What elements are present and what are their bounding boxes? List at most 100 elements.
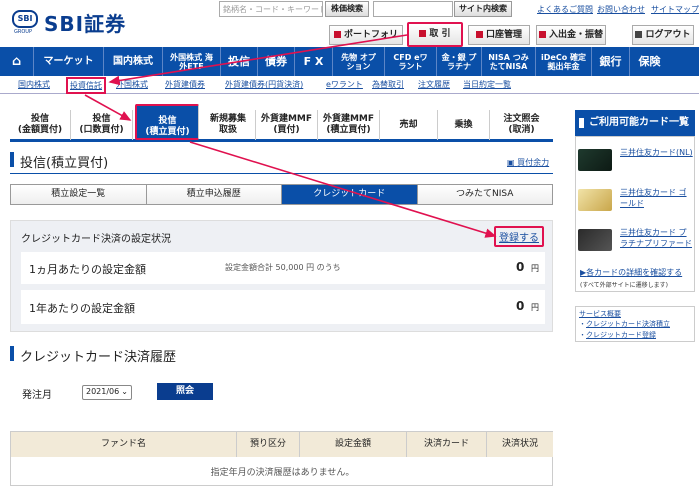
subnav-today-executions[interactable]: 当日約定一覧 [463, 79, 511, 90]
tab-tsumitate-nisa[interactable]: つみたてNISA [417, 185, 552, 204]
empty-message: 指定年月の決済履歴はありません。 [210, 468, 355, 478]
tab-fund-accumulation[interactable]: 投信 (積立買付) [135, 104, 199, 140]
tab-sell[interactable]: 売却 [380, 110, 438, 140]
sub-tabs: 積立設定一覧 積立申込履歴 クレジットカード つみたてNISA [10, 184, 553, 205]
subnav-domestic-stock[interactable]: 国内株式 [18, 79, 50, 90]
monthly-note: 設定金額合計 50,000 円 のうち [225, 263, 341, 272]
tab-mmf-accumulation[interactable]: 外貨建MMF (積立買付) [318, 110, 380, 140]
faq-link[interactable]: よくあるご質問 [537, 4, 593, 15]
card-nl-image[interactable] [578, 149, 612, 171]
trade-icon [419, 30, 427, 37]
subnav-order-history[interactable]: 注文履歴 [418, 79, 450, 90]
logo[interactable]: SBI証券 [44, 8, 126, 37]
tab-accumulation-list[interactable]: 積立設定一覧 [11, 185, 147, 204]
logo-sub: GROUP [14, 29, 32, 35]
subnav-foreign-stock[interactable]: 外国株式 [116, 79, 148, 90]
tab-application-history[interactable]: 積立申込履歴 [146, 185, 282, 204]
monthly-label: 1ヵ月あたりの設定金額 [29, 263, 146, 276]
subnav-foreign-bond-yen[interactable]: 外貨建債券(円貨決済) [225, 79, 303, 90]
col-amount: 設定金額 [300, 432, 407, 457]
nav-fx[interactable]: F X [295, 47, 333, 76]
tab-fund-units[interactable]: 投信 (口数買付) [71, 110, 133, 140]
nav-bond[interactable]: 債券 [258, 47, 295, 76]
divider [10, 173, 553, 174]
yearly-unit: 円 [531, 303, 539, 312]
nav-foreign-stock[interactable]: 外国株式 海外ETF [163, 47, 221, 76]
logout-button[interactable]: ログアウト [632, 25, 694, 45]
card-list: 三井住友カード(NL) 三井住友カード ゴールド 三井住友カード プラチナプリフ… [575, 136, 695, 292]
buying-power-link[interactable]: ▣ 買付余力 [507, 157, 549, 168]
sitemap-link[interactable]: サイトマップ [651, 4, 699, 15]
card-detail-link[interactable]: ▶各カードの詳細を確認する [580, 267, 682, 278]
history-bar [10, 346, 14, 361]
site-search-button[interactable]: サイト内検索 [454, 1, 512, 17]
nav-cfd[interactable]: CFD eワラント [385, 47, 437, 76]
main-nav: ⌂ マーケット 国内株式 外国株式 海外ETF 投信 債券 F X 先物 オプシ… [0, 47, 699, 76]
contact-link[interactable]: お問い合わせ [597, 4, 645, 15]
yearly-label: 1年あたりの設定金額 [29, 302, 135, 315]
nav-gold[interactable]: 金・銀 プラチナ [437, 47, 482, 76]
yearly-row: 1年あたりの設定金額 0 円 [21, 290, 545, 324]
monthly-unit: 円 [531, 264, 539, 273]
logout-label: ログアウト [645, 30, 691, 40]
query-button[interactable]: 照会 [157, 383, 213, 400]
service-link-1[interactable]: ・クレジットカード決済積立 [579, 319, 670, 329]
logout-icon [635, 31, 643, 38]
page-title: 投信(積立買付) [20, 156, 109, 171]
site-search-input[interactable] [373, 1, 453, 17]
service-box: サービス概要 ・クレジットカード決済積立 ・クレジットカード登録 [575, 306, 695, 342]
yearly-value: 0 [516, 299, 525, 313]
service-overview-link[interactable]: サービス概要 [579, 309, 621, 319]
home-icon[interactable]: ⌂ [0, 47, 34, 76]
register-link[interactable]: 登録する [494, 226, 544, 247]
tab-order-inquiry[interactable]: 注文照会 (取消) [490, 110, 553, 140]
nav-nisa[interactable]: NISA つみたてNISA [482, 47, 536, 76]
account-label: 口座管理 [485, 30, 522, 40]
stock-search-input[interactable]: 銘柄名・コード・キーワード [219, 1, 323, 17]
transfer-label: 入出金・振替 [548, 30, 603, 40]
col-fund-name: ファンド名 [11, 432, 237, 457]
nav-insurance[interactable]: 保険 [630, 47, 669, 76]
card-detail-note: (すべて外部サイトに遷移します) [580, 282, 669, 289]
sidebar-title: ご利用可能カード一覧 [589, 117, 689, 128]
history-table: ファンド名 預り区分 設定金額 決済カード 決済状況 指定年月の決済履歴はありま… [10, 431, 553, 486]
tab-fund-amount[interactable]: 投信 (金額買付) [10, 110, 71, 140]
col-card: 決済カード [407, 432, 487, 457]
subnav-ewarrant[interactable]: eワラント [326, 79, 363, 90]
nav-fund[interactable]: 投信 [221, 47, 258, 76]
product-tabs: 投信 (金額買付) 投信 (口数買付) 投信 (積立買付) 新規募集 取扱 外貨建MMF… [10, 104, 553, 142]
tab-mmf-buy[interactable]: 外貨建MMF (買付) [256, 110, 318, 140]
transfer-button[interactable]: 入出金・振替 [536, 25, 606, 45]
nav-market[interactable]: マーケット [34, 47, 104, 76]
portfolio-button[interactable]: ポートフォリオ [329, 25, 403, 58]
col-deposit-type: 預り区分 [237, 432, 300, 457]
card-platinum-image[interactable] [578, 229, 612, 251]
buying-power-icon: ▣ [507, 158, 515, 167]
chevron-down-icon: ⌄ [121, 387, 128, 396]
stock-search-button[interactable]: 株価検索 [325, 1, 369, 17]
nav-domestic-stock[interactable]: 国内株式 [104, 47, 163, 76]
subnav-fx-trade[interactable]: 為替取引 [372, 79, 404, 90]
nav-futures[interactable]: 先物 オプション [333, 47, 385, 76]
register-label: 登録する [499, 233, 539, 244]
service-link-2[interactable]: ・クレジットカード登録 [579, 330, 656, 340]
account-button[interactable]: 口座管理 [468, 25, 530, 45]
tab-new-offering[interactable]: 新規募集 取扱 [201, 110, 256, 140]
tab-credit-card[interactable]: クレジットカード [282, 185, 418, 204]
order-month-value: 2021/06 [86, 387, 120, 396]
card-gold-link[interactable]: 三井住友カード ゴールド [620, 187, 694, 209]
nav-bank[interactable]: 銀行 [592, 47, 630, 76]
trade-button[interactable]: 取 引 [407, 22, 463, 47]
card-gold-image[interactable] [578, 189, 612, 211]
nav-ideco[interactable]: iDeCo 確定拠出年金 [536, 47, 592, 76]
portfolio-icon [333, 31, 341, 38]
order-month-select[interactable]: 2021/06 ⌄ [82, 385, 132, 400]
card-platinum-link[interactable]: 三井住友カード プラチナプリファード [620, 227, 694, 249]
logo-badge: SBI [12, 10, 38, 28]
subnav-foreign-bond[interactable]: 外貨建債券 [165, 79, 205, 90]
subnav-fund[interactable]: 投資信託 [66, 77, 106, 94]
credit-status-title: クレジットカード決済の設定状況 [21, 234, 171, 245]
tab-switch[interactable]: 乗換 [438, 110, 490, 140]
sidebar-header: ご利用可能カード一覧 [575, 110, 695, 136]
card-nl-link[interactable]: 三井住友カード(NL) [620, 147, 693, 158]
